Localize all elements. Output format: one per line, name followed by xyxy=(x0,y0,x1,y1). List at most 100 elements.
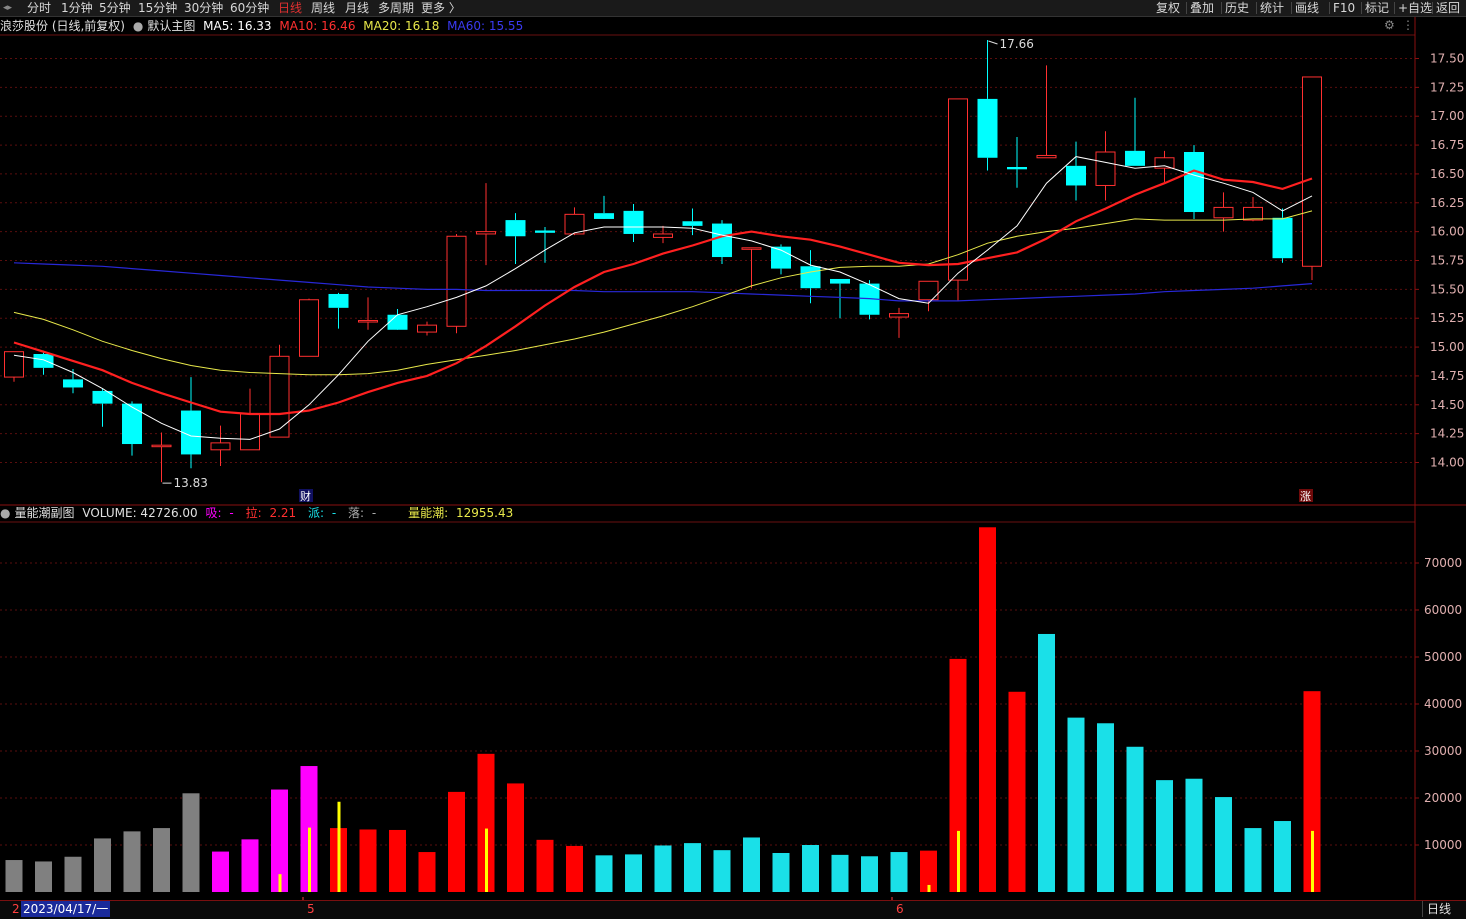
candle-body-down xyxy=(535,230,555,233)
candle-body-up xyxy=(1095,151,1116,186)
volume-signal-line xyxy=(1311,830,1314,892)
price-tick-label: 17.50 xyxy=(1430,52,1464,66)
month-6-label: 6 xyxy=(896,902,904,916)
volume-bar xyxy=(566,845,583,892)
candle-body-down xyxy=(623,210,644,234)
volume-bar xyxy=(1274,821,1291,892)
volume-bar xyxy=(35,861,52,892)
volume-signal-line xyxy=(337,801,341,892)
candle-body-up xyxy=(653,233,673,238)
date-stub: 2 xyxy=(12,902,20,916)
volume-tick-label: 40000 xyxy=(1424,697,1462,711)
volume-bar xyxy=(1067,717,1085,892)
candle-body-down xyxy=(328,293,349,308)
candle-body-down xyxy=(1007,167,1027,170)
volume-bar xyxy=(713,850,731,892)
volume-signal-line xyxy=(927,884,931,892)
ma5-line xyxy=(13,156,1313,440)
volume-signal-line xyxy=(278,874,282,892)
candle-body-up xyxy=(1213,206,1234,219)
volume-tick-label: 10000 xyxy=(1424,838,1462,852)
volume-bar xyxy=(831,854,849,892)
volume-bar xyxy=(1008,691,1026,892)
price-tick-label: 14.25 xyxy=(1430,427,1464,441)
candle-body-up xyxy=(889,313,909,318)
candle-body-down xyxy=(800,266,821,289)
price-tick-label: 16.75 xyxy=(1430,138,1464,152)
volume-bar xyxy=(536,839,554,892)
price-tick-label: 17.25 xyxy=(1430,80,1464,94)
candle-body-down xyxy=(1272,217,1293,259)
candle-body-up xyxy=(1036,154,1057,159)
candle-body-up xyxy=(210,442,231,451)
price-tick-label: 15.00 xyxy=(1430,340,1464,354)
high-annotation-label: 17.66 xyxy=(1000,37,1034,51)
volume-tick-label: 30000 xyxy=(1424,744,1462,758)
event-marker-cai: 财 xyxy=(300,489,311,503)
volume-bar xyxy=(1038,633,1055,892)
volume-bar xyxy=(123,831,141,892)
volume-bar xyxy=(1126,746,1144,892)
volume-bar xyxy=(1244,828,1262,892)
volume-bar xyxy=(861,856,878,892)
volume-bar xyxy=(153,828,170,892)
candle-body-up xyxy=(741,247,762,250)
price-tick-label: 16.00 xyxy=(1430,225,1464,239)
candle-body-up xyxy=(446,235,467,327)
candle-body-up xyxy=(1302,76,1322,267)
candle-body-down xyxy=(594,213,614,219)
volume-bar xyxy=(1215,797,1232,892)
price-tick-label: 15.25 xyxy=(1430,311,1464,325)
volume-bar xyxy=(64,856,82,892)
volume-signal-line xyxy=(308,827,311,892)
candle-body-down xyxy=(830,278,850,284)
candle-body-down xyxy=(505,220,526,237)
month-5-label: 5 xyxy=(307,902,315,916)
volume-signal-line xyxy=(957,830,960,892)
cursor-date: 2023/04/17/一 xyxy=(21,901,111,917)
volume-bar xyxy=(890,852,908,892)
volume-bar xyxy=(654,845,672,892)
price-tick-label: 15.50 xyxy=(1430,282,1464,296)
volume-bar xyxy=(625,854,642,892)
high-annotation-line xyxy=(988,40,998,45)
volume-bar xyxy=(684,843,701,892)
event-marker-zhang: 涨 xyxy=(1300,490,1311,503)
candle-body-down xyxy=(122,403,142,445)
candle-body-up xyxy=(476,231,496,235)
candle-body-down xyxy=(1184,151,1204,213)
volume-bar xyxy=(212,851,229,892)
candle-body-down xyxy=(63,379,83,388)
low-annotation-label: 13.83 xyxy=(174,476,208,490)
candle-body-down xyxy=(977,98,998,158)
volume-bar xyxy=(743,837,760,892)
candle-body-down xyxy=(712,223,732,258)
stock-chart[interactable]: 17.50 17.25 17.00 16.75 16.50 16.25 16.00 15.75… xyxy=(0,0,1466,918)
price-tick-label: 14.75 xyxy=(1430,369,1464,383)
price-tick-label: 17.00 xyxy=(1430,109,1464,123)
volume-signal-line xyxy=(485,828,488,892)
volume-bar xyxy=(389,829,406,892)
candle-body-down xyxy=(1066,165,1086,186)
volume-bar xyxy=(5,860,23,892)
candle-body-up xyxy=(1243,206,1263,221)
period-mode-button[interactable]: 日线 xyxy=(1422,901,1455,917)
volume-tick-label: 60000 xyxy=(1424,603,1462,617)
volume-bar xyxy=(418,852,436,892)
candle-body-up xyxy=(358,320,378,323)
price-tick-label: 16.50 xyxy=(1430,167,1464,181)
volume-bar xyxy=(182,793,200,892)
bottom-status-bar: 2 2023/04/17/一 5 6 日线 xyxy=(0,900,1466,919)
candle-body-up xyxy=(417,324,437,333)
volume-bar xyxy=(802,845,819,892)
volume-bar xyxy=(772,852,790,892)
volume-tick-label: 20000 xyxy=(1424,791,1462,805)
candle-body-up xyxy=(269,355,290,438)
volume-bar xyxy=(979,527,996,892)
volume-bar xyxy=(1156,780,1173,892)
volume-bar xyxy=(1185,778,1203,892)
candle-body-down xyxy=(1125,150,1145,166)
candle-body-down xyxy=(33,353,54,368)
candle-body-down xyxy=(387,314,408,330)
volume-bar xyxy=(507,783,524,892)
